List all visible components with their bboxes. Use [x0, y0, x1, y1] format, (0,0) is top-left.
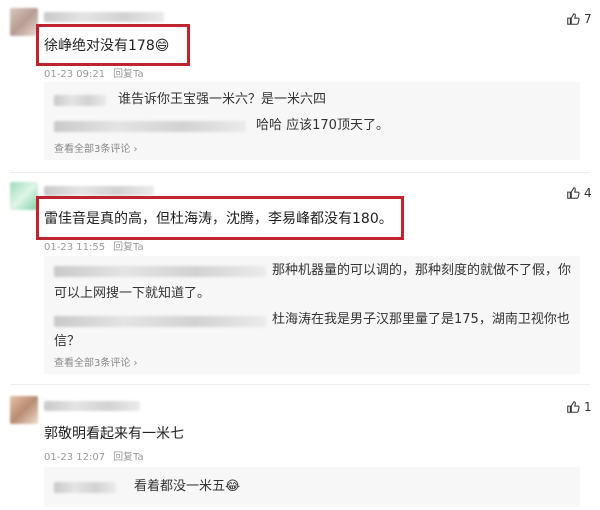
like-button[interactable]: 7	[566, 12, 592, 26]
reply-link[interactable]: 回复Ta	[113, 69, 144, 80]
avatar[interactable]	[10, 8, 38, 36]
reply-link[interactable]: 回复Ta	[113, 242, 144, 253]
comment-meta: 01-23 09:21 回复Ta	[44, 65, 144, 80]
reply-link[interactable]: 回复Ta	[113, 452, 144, 463]
reply-text: 杜海涛在我是男子汉那里量了是175，湖南卫视你也	[272, 312, 570, 327]
like-button[interactable]: 1	[566, 400, 592, 414]
comment-text: 徐峥绝对没有178😄	[44, 38, 170, 54]
view-all-replies-link[interactable]: 查看全部3条评论 ›	[54, 354, 138, 369]
thumbs-up-icon	[567, 13, 580, 25]
comment-time: 01-23 12:07	[44, 452, 106, 463]
like-count: 1	[584, 400, 592, 414]
reply-text: 看着都没一米五😂	[134, 479, 241, 494]
like-button[interactable]: 4	[566, 186, 592, 200]
like-count: 7	[584, 12, 592, 26]
reply-username-blurred[interactable]	[54, 95, 106, 106]
thumbs-up-icon	[567, 401, 580, 413]
username-blurred[interactable]	[44, 401, 140, 411]
comment-meta: 01-23 11:55 回复Ta	[44, 238, 144, 253]
reply-username-blurred[interactable]	[54, 121, 246, 132]
reply-text: 信？	[54, 334, 81, 349]
username-blurred[interactable]	[44, 186, 154, 196]
divider	[10, 172, 590, 173]
comment-meta: 01-23 12:07 回复Ta	[44, 448, 144, 463]
username-blurred[interactable]	[44, 12, 164, 22]
divider	[10, 384, 590, 385]
reply-text: 那种机器量的可以调的，那种刻度的就做不了假，你	[272, 263, 572, 278]
thumbs-up-icon	[567, 187, 580, 199]
reply-text: 哈哈 应该170顶天了。	[256, 118, 389, 133]
reply-text: 可以上网搜一下就知道了。	[54, 286, 211, 301]
reply-username-blurred[interactable]	[54, 266, 266, 277]
comment-time: 01-23 11:55	[44, 242, 106, 253]
avatar[interactable]	[10, 182, 38, 210]
avatar[interactable]	[10, 396, 38, 424]
reply-box	[44, 467, 580, 507]
comment-time: 01-23 09:21	[44, 69, 106, 80]
comment-text: 雷佳音是真的高，但杜海涛，沈腾，李易峰都没有180。	[44, 211, 393, 227]
reply-username-blurred[interactable]	[54, 316, 266, 327]
like-count: 4	[584, 186, 592, 200]
reply-username-blurred[interactable]	[54, 482, 116, 493]
reply-text: 谁告诉你王宝强一米六？是一米六四	[118, 92, 327, 107]
comment-text: 郭敬明看起来有一米七	[44, 426, 184, 442]
view-all-replies-link[interactable]: 查看全部3条评论 ›	[54, 140, 138, 155]
